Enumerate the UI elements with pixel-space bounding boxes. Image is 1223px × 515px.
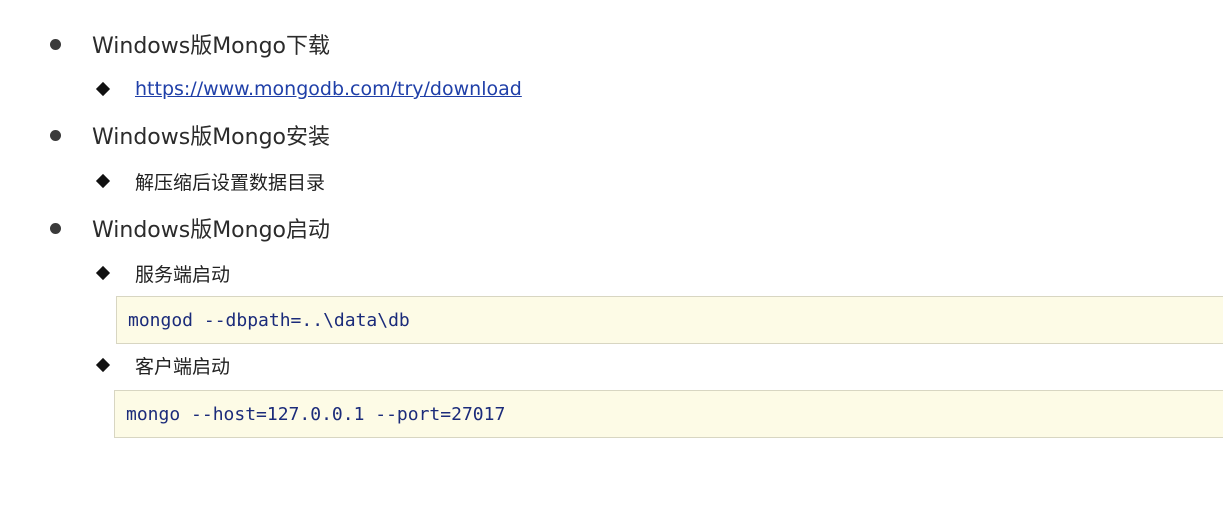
- bullet-dot-icon: [50, 129, 61, 141]
- sub-item-label: 客户端启动: [135, 355, 231, 378]
- sub-item-download-link: https://www.mongodb.com/try/download: [95, 73, 522, 105]
- bullet-dot-icon: [50, 38, 61, 50]
- server-command-code-block: mongod --dbpath=..\data\db: [116, 296, 1223, 344]
- sub-item-label: 解压缩后设置数据目录: [135, 171, 326, 194]
- diamond-bullet-icon: [95, 81, 111, 97]
- section-start: Windows版Mongo启动: [50, 210, 330, 246]
- server-command-text: mongod --dbpath=..\data\db: [128, 309, 410, 331]
- download-link[interactable]: https://www.mongodb.com/try/download: [135, 78, 522, 100]
- diamond-bullet-icon: [95, 265, 111, 281]
- client-command-text: mongo --host=127.0.0.1 --port=27017: [126, 403, 506, 425]
- section-download: Windows版Mongo下载: [50, 26, 330, 62]
- section-title: Windows版Mongo安装: [92, 125, 331, 150]
- client-command-code-block: mongo --host=127.0.0.1 --port=27017: [114, 390, 1223, 438]
- bullet-dot-icon: [50, 222, 61, 234]
- sub-item-unzip: 解压缩后设置数据目录: [95, 165, 325, 197]
- sub-item-label: 服务端启动: [135, 263, 231, 286]
- section-title: Windows版Mongo下载: [92, 34, 331, 59]
- diamond-bullet-icon: [95, 357, 111, 373]
- section-install: Windows版Mongo安装: [50, 117, 330, 153]
- diamond-bullet-icon: [95, 173, 111, 189]
- sub-item-server-start: 服务端启动: [95, 257, 230, 289]
- section-title: Windows版Mongo启动: [92, 218, 331, 243]
- sub-item-client-start: 客户端启动: [95, 349, 230, 381]
